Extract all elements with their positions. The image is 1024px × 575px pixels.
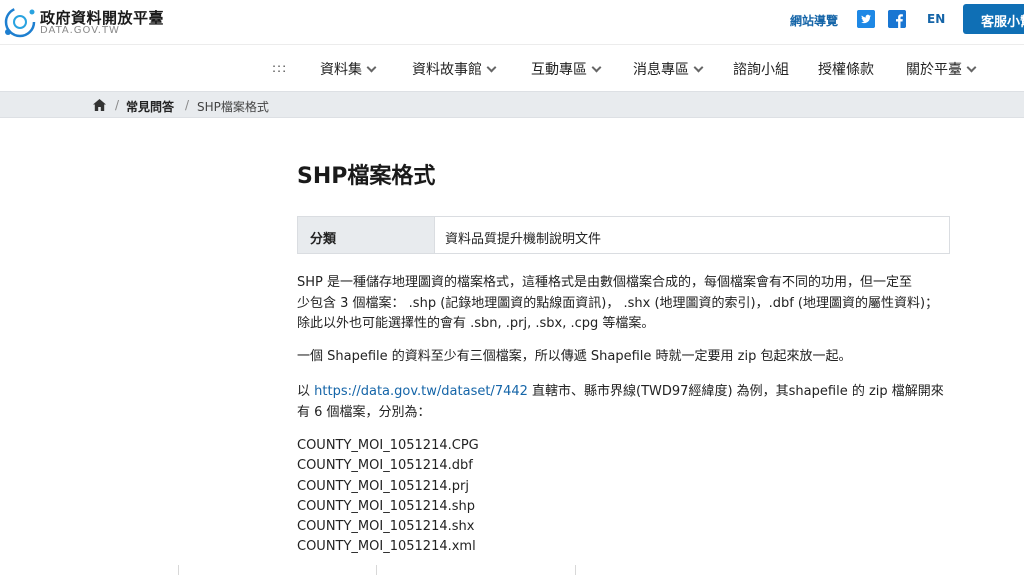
paragraph-line: SHP 是一種儲存地理圖資的檔案格式，這種格式是由數個檔案合成的，每個檔案會有不… [297,275,912,290]
site-logo-icon[interactable] [2,4,38,40]
intro-paragraph: SHP 是一種儲存地理圖資的檔案格式，這種格式是由數個檔案合成的，每個檔案會有不… [297,273,947,335]
nav-item-label: 諮詢小組 [733,62,789,78]
dataset-link[interactable]: https://data.gov.tw/dataset/7442 [314,384,528,399]
breadcrumb: / 常見問答 / SHP檔案格式 [0,91,1024,118]
nav-item-label: 關於平臺 [906,62,962,78]
example-suffix: 直轄市、縣市界線(TWD97經緯度) 為例，其shapefile 的 zip 檔… [527,384,944,399]
grid-menu-icon[interactable]: ::: [272,61,287,75]
facebook-icon[interactable] [888,10,906,28]
nav-item-license[interactable]: 授權條款 [818,59,874,79]
nav-item-about[interactable]: 關於平臺 [906,59,977,79]
example-prefix: 以 [297,384,315,399]
shapefile-paragraph: 一個 Shapefile 的資料至少有三個檔案，所以傳遞 Shapefile 時… [297,349,852,364]
nav-item-data-stories[interactable]: 資料故事館 [412,59,497,79]
divider-tick [178,565,179,575]
language-switch-link[interactable]: EN [927,12,945,26]
divider-tick [575,565,576,575]
list-item: COUNTY_MOI_1051214.dbf [297,458,473,474]
nav-item-datasets[interactable]: 資料集 [320,59,377,79]
list-item: COUNTY_MOI_1051214.shp [297,498,476,514]
list-item: COUNTY_MOI_1051214.CPG [297,438,479,453]
customer-service-button[interactable]: 客服小幫手 [963,4,1024,34]
nav-item-label: 互動專區 [531,62,587,78]
breadcrumb-separator: / [115,98,120,112]
category-table: 分類 資料品質提升機制說明文件 [297,216,950,254]
chevron-down-icon [366,62,377,73]
nav-item-news[interactable]: 消息專區 [633,59,704,79]
nav-item-label: 授權條款 [818,62,874,78]
chevron-down-icon [693,62,704,73]
breadcrumb-current: SHP檔案格式 [197,100,269,114]
breadcrumb-faq-link[interactable]: 常見問答 [126,98,174,115]
site-url: DATA.GOV.TW [40,25,120,36]
home-icon[interactable] [93,99,106,111]
top-header: 政府資料開放平臺 DATA.GOV.TW 網站導覽 EN 客服小幫手 [0,0,1024,44]
nav-item-label: 資料集 [320,62,362,78]
nav-item-advisory[interactable]: 諮詢小組 [733,59,789,79]
list-item: COUNTY_MOI_1051214.shx [297,519,475,535]
divider-tick [376,565,377,575]
chevron-down-icon [486,62,497,73]
paragraph-line: 有 6 個檔案，分別為： [297,404,431,420]
nav-item-label: 資料故事館 [412,62,482,78]
category-label: 分類 [298,217,435,253]
list-item: COUNTY_MOI_1051214.prj [297,478,469,494]
nav-item-interactive[interactable]: 互動專區 [531,59,602,79]
nav-item-label: 消息專區 [633,62,689,78]
sitemap-link[interactable]: 網站導覽 [790,12,838,29]
chevron-down-icon [966,62,977,73]
chevron-down-icon [591,62,602,73]
breadcrumb-separator: / [185,98,190,112]
twitter-icon[interactable] [857,10,875,28]
paragraph-line: 少包含 3 個檔案： .shp (記錄地理圖資的點線面資訊)， .shx (地理… [297,295,939,311]
paragraph-line: 以 https://data.gov.tw/dataset/7442 直轄市、縣… [297,382,947,403]
category-value: 資料品質提升機制說明文件 [445,232,602,247]
file-list: COUNTY_MOI_1051214.CPG COUNTY_MOI_105121… [297,436,479,558]
main-navigation: ::: 資料集 資料故事館 互動專區 消息專區 諮詢小組 授權條款 關於平臺 [0,44,1024,91]
list-item: COUNTY_MOI_1051214.xml [297,539,476,555]
example-paragraph: 以 https://data.gov.tw/dataset/7442 直轄市、縣… [297,382,947,423]
page-title: SHP檔案格式 [297,164,436,189]
footer-divider [0,565,1024,575]
paragraph-line: 除此以外也可能選擇性的會有 .sbn, .prj, .sbx, .cpg 等檔案… [297,316,655,331]
